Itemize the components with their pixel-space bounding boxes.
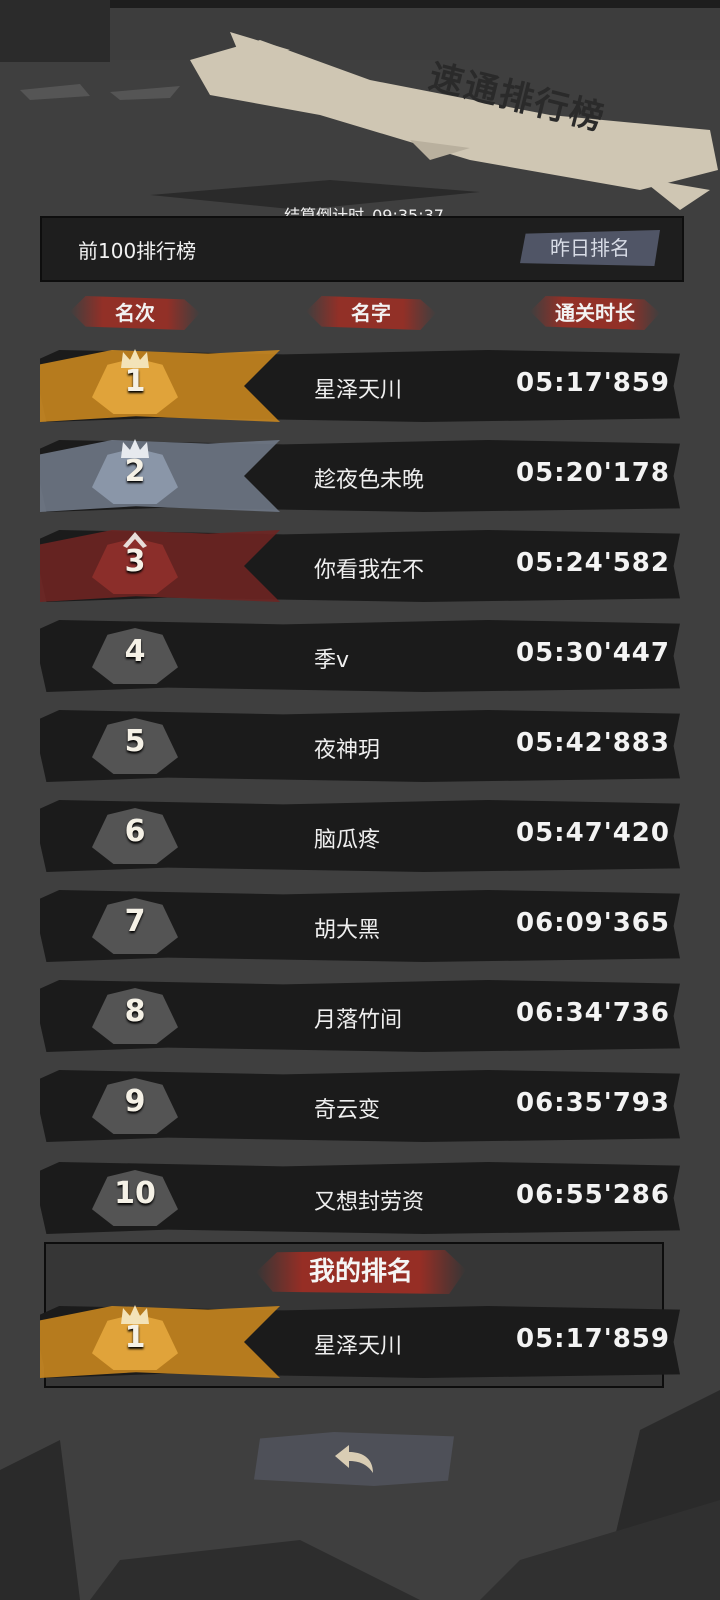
clear-time: 06:34'736 (516, 998, 670, 1028)
player-name: 夜神玥 (314, 738, 381, 763)
clear-time: 05:24'582 (516, 548, 670, 578)
rank-number: 9 (124, 1084, 146, 1119)
leaderboard-header-panel: 前100排行榜 昨日排名 (40, 216, 684, 282)
player-name: 奇云变 (314, 1098, 381, 1123)
clear-time: 05:42'883 (516, 728, 670, 758)
clear-time: 05:17'859 (516, 1324, 670, 1354)
player-name: 星泽天川 (314, 1334, 403, 1359)
table-row: 9 奇云变 06:35'793 (40, 1070, 680, 1142)
player-name: 趁夜色未晚 (314, 468, 425, 493)
rank-number: 6 (124, 814, 146, 849)
player-name: 季v (314, 648, 350, 673)
back-button[interactable] (254, 1432, 454, 1486)
player-name: 胡大黑 (314, 918, 381, 943)
player-name: 你看我在不 (314, 558, 425, 583)
table-row: 3 你看我在不 05:24'582 (40, 530, 680, 602)
my-rank-row: 1 星泽天川 05:17'859 (40, 1305, 680, 1378)
table-row: 8 月落竹间 06:34'736 (40, 980, 680, 1052)
table-row: 7 胡大黑 06:09'365 (40, 890, 680, 962)
rank-number: 5 (124, 724, 146, 759)
rank-number: 4 (124, 634, 146, 669)
player-name: 星泽天川 (314, 378, 403, 403)
table-row: 1 星泽天川 05:17'859 (40, 349, 680, 422)
column-header-rank: 名次 (70, 296, 200, 330)
rank-number: 7 (124, 904, 146, 939)
clear-time: 06:09'365 (516, 908, 670, 938)
table-row: 4 季v 05:30'447 (40, 620, 680, 692)
top-edge-bar (110, 0, 720, 8)
table-row: 2 趁夜色未晚 05:20'178 (40, 439, 680, 512)
clear-time: 05:17'859 (516, 368, 670, 398)
clear-time: 05:47'420 (516, 818, 670, 848)
rank-number: 2 (124, 454, 146, 489)
back-arrow-icon (335, 1445, 373, 1473)
top100-label: 前100排行榜 (78, 239, 197, 263)
clear-time: 06:35'793 (516, 1088, 670, 1118)
title-banner (170, 20, 720, 220)
table-row: 5 夜神玥 05:42'883 (40, 710, 680, 782)
rank-number: 8 (124, 994, 146, 1029)
clear-time: 05:30'447 (516, 638, 670, 668)
column-header-name: 名字 (306, 296, 436, 330)
player-name: 月落竹间 (314, 1008, 403, 1033)
rank-number: 1 (124, 364, 146, 399)
rank-number: 1 (124, 1320, 146, 1355)
table-row: 10 又想封劳资 06:55'286 (40, 1162, 680, 1234)
my-rank-title: 我的排名 (256, 1250, 466, 1294)
clear-time: 06:55'286 (516, 1180, 670, 1210)
clear-time: 05:20'178 (516, 458, 670, 488)
player-name: 又想封劳资 (314, 1190, 425, 1215)
table-row: 6 脑瓜疼 05:47'420 (40, 800, 680, 872)
column-header-time: 通关时长 (530, 296, 660, 330)
rank-number: 3 (124, 544, 146, 579)
rank-number: 10 (114, 1176, 156, 1211)
yesterday-ranking-button[interactable]: 昨日排名 (520, 230, 660, 266)
player-name: 脑瓜疼 (314, 828, 381, 853)
